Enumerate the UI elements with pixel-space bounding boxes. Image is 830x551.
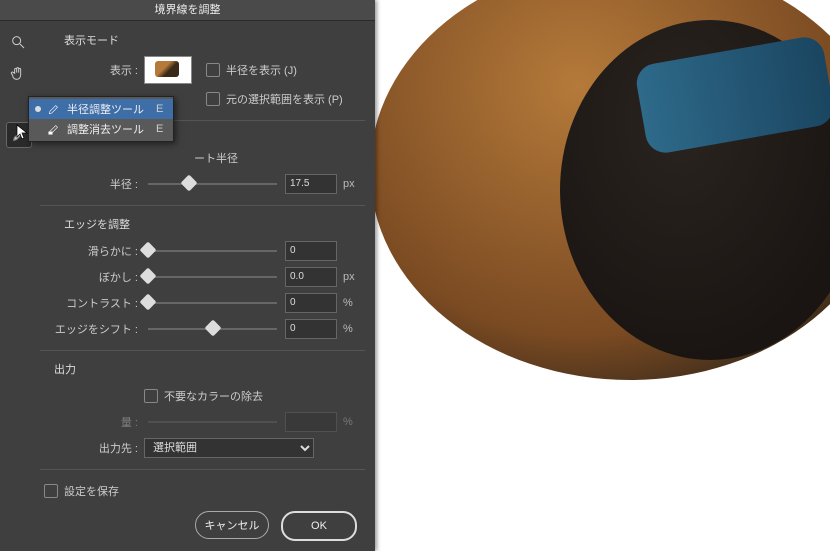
contrast-unit: % <box>343 297 365 309</box>
flyout-erase-refinements[interactable]: 調整消去ツール E <box>29 119 173 139</box>
refine-tool-flyout: 半径調整ツール E 調整消去ツール E <box>28 96 174 142</box>
remember-settings-checkbox[interactable] <box>44 484 58 498</box>
contrast-value[interactable]: 0 <box>285 293 337 313</box>
contrast-slider[interactable] <box>148 294 277 312</box>
section-output: 出力 <box>54 361 365 377</box>
dialog-title: 境界線を調整 <box>0 0 375 21</box>
ok-button[interactable]: OK <box>281 511 357 541</box>
show-original-checkbox[interactable] <box>206 92 220 106</box>
feather-unit: px <box>343 271 365 283</box>
shift-edge-value[interactable]: 0 <box>285 319 337 339</box>
display-label: 表示 : <box>40 62 144 78</box>
flyout-shortcut: E <box>156 103 163 115</box>
show-radius-checkbox[interactable] <box>206 63 220 77</box>
amount-label: 量 : <box>40 414 144 430</box>
smart-radius-label: ート半径 <box>194 150 238 166</box>
radius-unit: px <box>343 178 365 190</box>
radius-label: 半径 : <box>40 176 144 192</box>
shift-edge-label: エッジをシフト : <box>40 321 144 337</box>
dialog-footer: キャンセル OK <box>0 511 375 541</box>
smooth-label: 滑らかに : <box>40 243 144 259</box>
radius-value[interactable]: 17.5 <box>285 174 337 194</box>
view-thumb[interactable] <box>144 56 192 84</box>
cancel-button[interactable]: キャンセル <box>195 511 269 539</box>
flyout-item-label: 半径調整ツール <box>67 101 144 117</box>
refine-edge-dialog: 境界線を調整 半径調整ツール E 調整消去ツール E 表示モード 表示 : <box>0 0 375 551</box>
smooth-value[interactable]: 0 <box>285 241 337 261</box>
output-to-label: 出力先 : <box>40 440 144 456</box>
decontaminate-checkbox[interactable] <box>144 389 158 403</box>
hand-tool[interactable] <box>6 62 30 86</box>
flyout-refine-radius[interactable]: 半径調整ツール E <box>29 99 173 119</box>
remember-settings-label: 設定を保存 <box>64 483 119 499</box>
contrast-label: コントラスト : <box>40 295 144 311</box>
output-to-select[interactable]: 選択範囲 <box>144 438 314 458</box>
show-radius-label: 半径を表示 (J) <box>226 62 297 78</box>
shift-edge-unit: % <box>343 323 365 335</box>
section-adjust-edge: エッジを調整 <box>64 216 365 232</box>
smooth-slider[interactable] <box>148 242 277 260</box>
amount-value <box>285 412 337 432</box>
flyout-shortcut: E <box>156 123 163 135</box>
show-original-label: 元の選択範囲を表示 (P) <box>226 91 343 107</box>
section-view-mode: 表示モード <box>64 32 365 48</box>
zoom-tool[interactable] <box>6 30 30 54</box>
feather-label: ぼかし : <box>40 269 144 285</box>
amount-slider <box>148 413 277 431</box>
radius-slider[interactable] <box>148 175 277 193</box>
feather-value[interactable]: 0.0 <box>285 267 337 287</box>
amount-unit: % <box>343 416 365 428</box>
cursor-icon <box>16 124 32 143</box>
decontaminate-label: 不要なカラーの除去 <box>164 388 263 404</box>
flyout-item-label: 調整消去ツール <box>67 121 144 137</box>
shift-edge-slider[interactable] <box>148 320 277 338</box>
feather-slider[interactable] <box>148 268 277 286</box>
